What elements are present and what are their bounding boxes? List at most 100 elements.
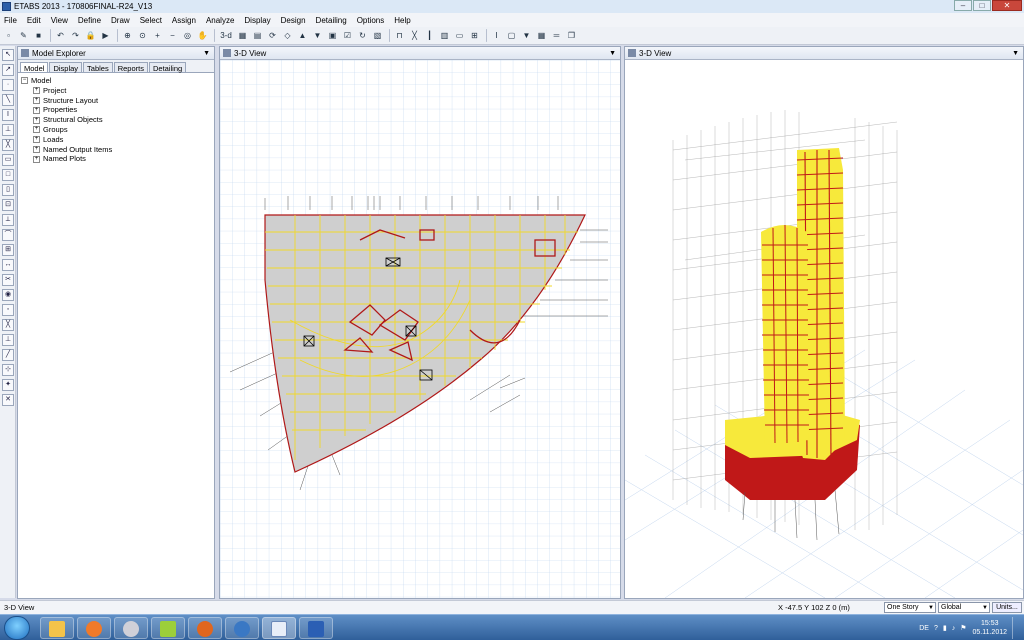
lock-icon[interactable]: 🔒 bbox=[84, 29, 97, 42]
draw-link-icon[interactable]: ⟂ bbox=[2, 214, 14, 226]
pin-icon[interactable] bbox=[223, 49, 231, 57]
plan-view-icon[interactable]: ▦ bbox=[236, 29, 249, 42]
taskbar-etabs[interactable] bbox=[262, 617, 296, 639]
mesh-icon[interactable]: ⊞ bbox=[468, 29, 481, 42]
tree-item-named-output-items[interactable]: + Named Output Items bbox=[21, 145, 211, 155]
draw-rect-area-icon[interactable]: □ bbox=[2, 169, 14, 181]
pin-icon[interactable] bbox=[628, 49, 636, 57]
chevron-down-icon[interactable]: ▼ bbox=[1012, 50, 1019, 57]
menu-analyze[interactable]: Analyze bbox=[206, 16, 234, 25]
menu-detailing[interactable]: Detailing bbox=[316, 16, 347, 25]
expand-icon[interactable]: + bbox=[33, 145, 40, 153]
zoom-full-icon[interactable]: ◎ bbox=[181, 29, 194, 42]
pan-icon[interactable]: ✋ bbox=[196, 29, 209, 42]
text-tool-icon[interactable]: I bbox=[490, 29, 503, 42]
tree-item-groups[interactable]: + Groups bbox=[21, 125, 211, 135]
snap-all-icon[interactable]: ✦ bbox=[2, 379, 14, 391]
expand-icon[interactable]: + bbox=[33, 96, 40, 104]
chevron-down-icon[interactable]: ▼ bbox=[609, 50, 616, 57]
taskbar-word[interactable] bbox=[299, 617, 333, 639]
save-icon[interactable]: ■ bbox=[32, 29, 45, 42]
wall-icon[interactable]: ▥ bbox=[438, 29, 451, 42]
zoom-window-icon[interactable]: ⊕ bbox=[121, 29, 134, 42]
taskbar-green-app[interactable] bbox=[151, 617, 185, 639]
taskbar-settings[interactable] bbox=[225, 617, 259, 639]
select-all-icon[interactable]: ▢ bbox=[505, 29, 518, 42]
expand-icon[interactable]: + bbox=[33, 116, 40, 124]
rotate-view-icon[interactable]: ⟳ bbox=[266, 29, 279, 42]
draw-joint-icon[interactable]: · bbox=[2, 79, 14, 91]
redo-icon[interactable]: ↷ bbox=[69, 29, 82, 42]
draw-column-icon[interactable]: I bbox=[2, 109, 14, 121]
draw-area-icon[interactable]: ▭ bbox=[2, 154, 14, 166]
menu-help[interactable]: Help bbox=[394, 16, 410, 25]
copy-icon[interactable]: ❐ bbox=[565, 29, 578, 42]
zoom-in-icon[interactable]: + bbox=[151, 29, 164, 42]
draw-line-icon[interactable]: ╲ bbox=[2, 94, 14, 106]
beam-icon[interactable]: ⊓ bbox=[393, 29, 406, 42]
menu-define[interactable]: Define bbox=[78, 16, 101, 25]
story-select[interactable]: One Story ▼ bbox=[884, 602, 936, 613]
perspective-icon[interactable]: ◇ bbox=[281, 29, 294, 42]
snap-perpendicular-icon[interactable]: ⊥ bbox=[2, 334, 14, 346]
expand-icon[interactable]: + bbox=[33, 136, 40, 144]
menu-draw[interactable]: Draw bbox=[111, 16, 130, 25]
chevron-down-icon[interactable]: ▼ bbox=[203, 50, 210, 57]
tree-item-named-plots[interactable]: + Named Plots bbox=[21, 154, 211, 164]
menu-edit[interactable]: Edit bbox=[27, 16, 41, 25]
expand-icon[interactable]: + bbox=[33, 87, 40, 95]
undo-icon[interactable]: ↶ bbox=[54, 29, 67, 42]
new-file-icon[interactable]: ▫ bbox=[2, 29, 15, 42]
taskbar-explorer[interactable] bbox=[40, 617, 74, 639]
draw-brace-icon[interactable]: ╳ bbox=[2, 139, 14, 151]
draw-section-cut-icon[interactable]: ✂ bbox=[2, 274, 14, 286]
draw-wall-icon[interactable]: ▯ bbox=[2, 184, 14, 196]
menu-file[interactable]: File bbox=[4, 16, 17, 25]
zoom-out-icon[interactable]: − bbox=[166, 29, 179, 42]
tab-model[interactable]: Model bbox=[20, 62, 49, 73]
reshape-icon[interactable]: ↗ bbox=[2, 64, 14, 76]
tab-tables[interactable]: Tables bbox=[83, 62, 113, 73]
tree-item-project[interactable]: + Project bbox=[21, 86, 211, 96]
slab-icon[interactable]: ▭ bbox=[453, 29, 466, 42]
collapse-icon[interactable]: − bbox=[21, 77, 28, 85]
open-file-icon[interactable]: ✎ bbox=[17, 29, 30, 42]
move-down-icon[interactable]: ▼ bbox=[311, 29, 324, 42]
close-button[interactable]: ✕ bbox=[992, 0, 1022, 11]
filter-icon[interactable]: ▼ bbox=[520, 29, 533, 42]
help-icon[interactable]: ? bbox=[934, 625, 938, 632]
menu-options[interactable]: Options bbox=[357, 16, 385, 25]
tree-item-structure-layout[interactable]: + Structure Layout bbox=[21, 96, 211, 106]
menu-design[interactable]: Design bbox=[281, 16, 306, 25]
flag-icon[interactable]: ⚑ bbox=[960, 624, 966, 632]
menu-view[interactable]: View bbox=[51, 16, 68, 25]
menu-display[interactable]: Display bbox=[244, 16, 270, 25]
draw-beam-icon[interactable]: ⊥ bbox=[2, 124, 14, 136]
input-language[interactable]: DE bbox=[919, 625, 929, 632]
taskbar-firefox[interactable] bbox=[188, 617, 222, 639]
view-3d-button[interactable]: 3-d bbox=[218, 29, 234, 42]
volume-icon[interactable]: ♪ bbox=[952, 625, 956, 632]
brace-icon[interactable]: ╳ bbox=[408, 29, 421, 42]
plan-view-canvas[interactable] bbox=[220, 60, 620, 598]
run-analysis-icon[interactable]: ▶ bbox=[99, 29, 112, 42]
tab-reports[interactable]: Reports bbox=[113, 62, 148, 73]
tree-item-loads[interactable]: + Loads bbox=[21, 135, 211, 145]
object-shrink-icon[interactable]: ▣ bbox=[326, 29, 339, 42]
minimize-button[interactable]: – bbox=[954, 0, 972, 11]
snap-off-icon[interactable]: ✕ bbox=[2, 394, 14, 406]
tab-display[interactable]: Display bbox=[49, 62, 83, 73]
snap-fine-grid-icon[interactable]: ⊹ bbox=[2, 364, 14, 376]
expand-icon[interactable]: + bbox=[33, 106, 40, 114]
snap-points-icon[interactable]: ◉ bbox=[2, 289, 14, 301]
show-desktop-button[interactable] bbox=[1012, 617, 1020, 639]
clock[interactable]: 15:53 05.11.2012 bbox=[972, 619, 1007, 637]
refresh-window-icon[interactable]: ↻ bbox=[356, 29, 369, 42]
start-button[interactable] bbox=[4, 616, 30, 640]
pin-icon[interactable] bbox=[21, 49, 29, 57]
set-display-options-icon[interactable]: ☑ bbox=[341, 29, 354, 42]
extrusion-icon[interactable]: ▧ bbox=[371, 29, 384, 42]
menu-select[interactable]: Select bbox=[140, 16, 162, 25]
tree-item-structural-objects[interactable]: + Structural Objects bbox=[21, 115, 211, 125]
network-icon[interactable]: ▮ bbox=[943, 624, 947, 632]
